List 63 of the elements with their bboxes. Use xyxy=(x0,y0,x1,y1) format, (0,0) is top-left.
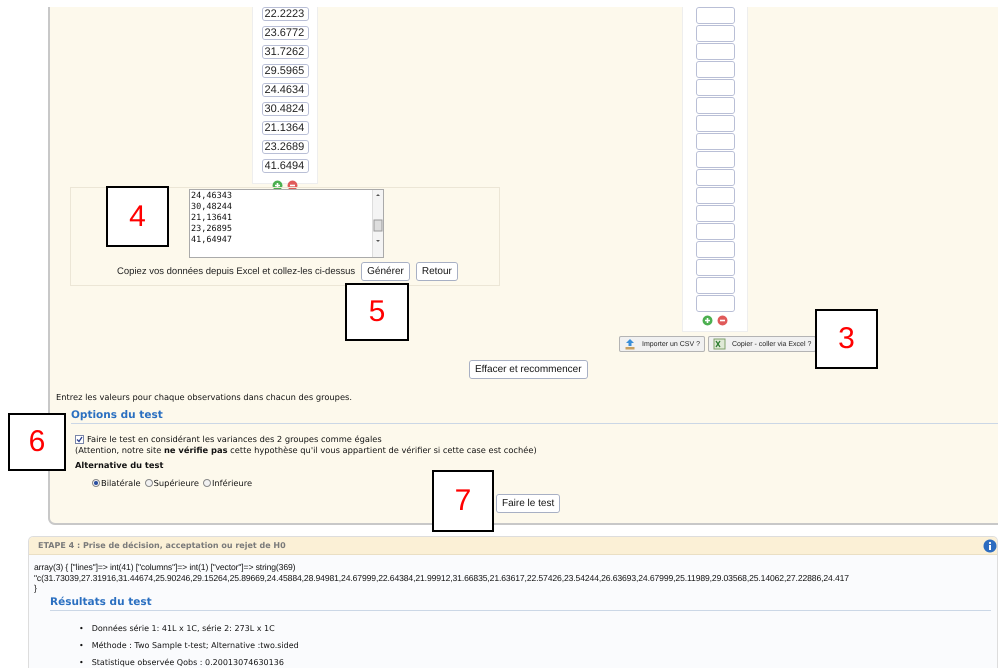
value-field[interactable]: 31.7262 xyxy=(262,45,308,59)
back-button[interactable]: Retour xyxy=(416,262,458,281)
value-field[interactable] xyxy=(696,25,734,42)
generate-button[interactable]: Générer xyxy=(361,262,410,281)
value-field[interactable]: 21.1364 xyxy=(262,121,308,135)
paste-textarea[interactable]: 24,46343 30,48244 21,13641 23,26895 41,64947 xyxy=(189,189,384,258)
value-field[interactable]: 23.6772 xyxy=(262,26,308,40)
result-item: Statistique observée Qobs : 0.20013074630136 xyxy=(92,656,284,668)
value-field[interactable] xyxy=(696,97,734,114)
section-heading: Résultats du test xyxy=(50,596,991,610)
value-field[interactable] xyxy=(696,277,734,294)
bullet-marker: • xyxy=(79,622,84,634)
value-field[interactable]: 22.2223 xyxy=(262,7,308,21)
checkmark-icon xyxy=(76,436,83,442)
value-field[interactable]: 41.6494 xyxy=(262,159,308,173)
alternative-radio[interactable]: Inférieure xyxy=(202,478,252,488)
remove-icon[interactable] xyxy=(717,315,728,326)
reset-button[interactable]: Effacer et recommencer xyxy=(469,360,588,379)
value-field[interactable] xyxy=(696,79,734,96)
run-test-button[interactable]: Faire le test xyxy=(496,494,560,513)
callout-number: 3 xyxy=(815,309,878,369)
spreadsheet-icon xyxy=(712,338,726,350)
value-field[interactable] xyxy=(696,7,734,24)
add-icon[interactable] xyxy=(702,315,713,326)
section-heading: Options du test xyxy=(71,409,998,424)
callout-number: 7 xyxy=(432,470,494,532)
value-field[interactable] xyxy=(696,223,734,240)
bullet-marker: • xyxy=(79,640,84,652)
value-field[interactable] xyxy=(696,61,734,78)
value-field[interactable]: 24.4634 xyxy=(262,83,308,97)
instructions-text: Entrez les valeurs pour chaque observations dans chacun des groupes. xyxy=(56,392,354,402)
value-field[interactable] xyxy=(696,169,734,186)
bullet-marker: • xyxy=(79,656,84,668)
value-field[interactable] xyxy=(696,133,734,150)
value-field[interactable] xyxy=(696,205,734,222)
step-title: ETAPE 4 : Prise de décision, acceptation ou rejet de H0 xyxy=(38,541,286,550)
paste-hint: Copiez vos données depuis Excel et collez-les ci-dessus xyxy=(117,266,356,277)
callout-number: 5 xyxy=(345,283,409,341)
debug-output-line: "c(31.73039,27.31916,31.44674,25.90246,29.15264,25.89669,24.45884,28.94981,24.67999,22.64384,21.99912,31.66835,21.63617,22.57426,23.54244,26.63693,24.67999,25.11989,29.03568,25.14062,27.22886,24.417 xyxy=(34,572,850,583)
info-icon[interactable] xyxy=(983,538,997,552)
radio-dot-icon xyxy=(94,481,98,485)
value-field[interactable] xyxy=(696,43,734,60)
callout-number: 4 xyxy=(106,186,169,247)
callout-number: 6 xyxy=(8,413,66,471)
alternative-label: Alternative du test xyxy=(75,460,164,470)
result-item: Données série 1: 41L x 1C, série 2: 273L x 1C xyxy=(92,622,275,634)
value-field[interactable]: 29.5965 xyxy=(262,64,308,78)
value-field[interactable] xyxy=(696,187,734,204)
warning-note: (Attention, notre site ne vérifie pas cette hypothèse qu'il vous appartient de vérifier si cette case est cochée) xyxy=(75,445,538,455)
alternative-radio[interactable]: Supérieure xyxy=(144,478,199,488)
value-field[interactable] xyxy=(696,259,734,276)
alternative-radio[interactable]: Bilatérale xyxy=(92,478,141,488)
upload-icon xyxy=(624,338,636,350)
value-field[interactable] xyxy=(696,115,734,132)
equal-variance-checkbox[interactable]: Faire le test en considérant les variances des 2 groupes comme égales xyxy=(75,434,998,444)
debug-output-line: } xyxy=(34,583,38,594)
value-field[interactable]: 23.2689 xyxy=(262,140,308,154)
value-field[interactable] xyxy=(696,295,734,312)
value-field[interactable] xyxy=(696,241,734,258)
value-field[interactable]: 30.4824 xyxy=(262,102,308,116)
debug-output-line: array(3) { ["lines"]=> int(41) ["columns"]=> int(1) ["vector"]=> string(369) xyxy=(34,562,296,572)
result-item: Méthode : Two Sample t-test; Alternative :two.sided xyxy=(92,640,299,652)
value-field[interactable] xyxy=(696,151,734,168)
